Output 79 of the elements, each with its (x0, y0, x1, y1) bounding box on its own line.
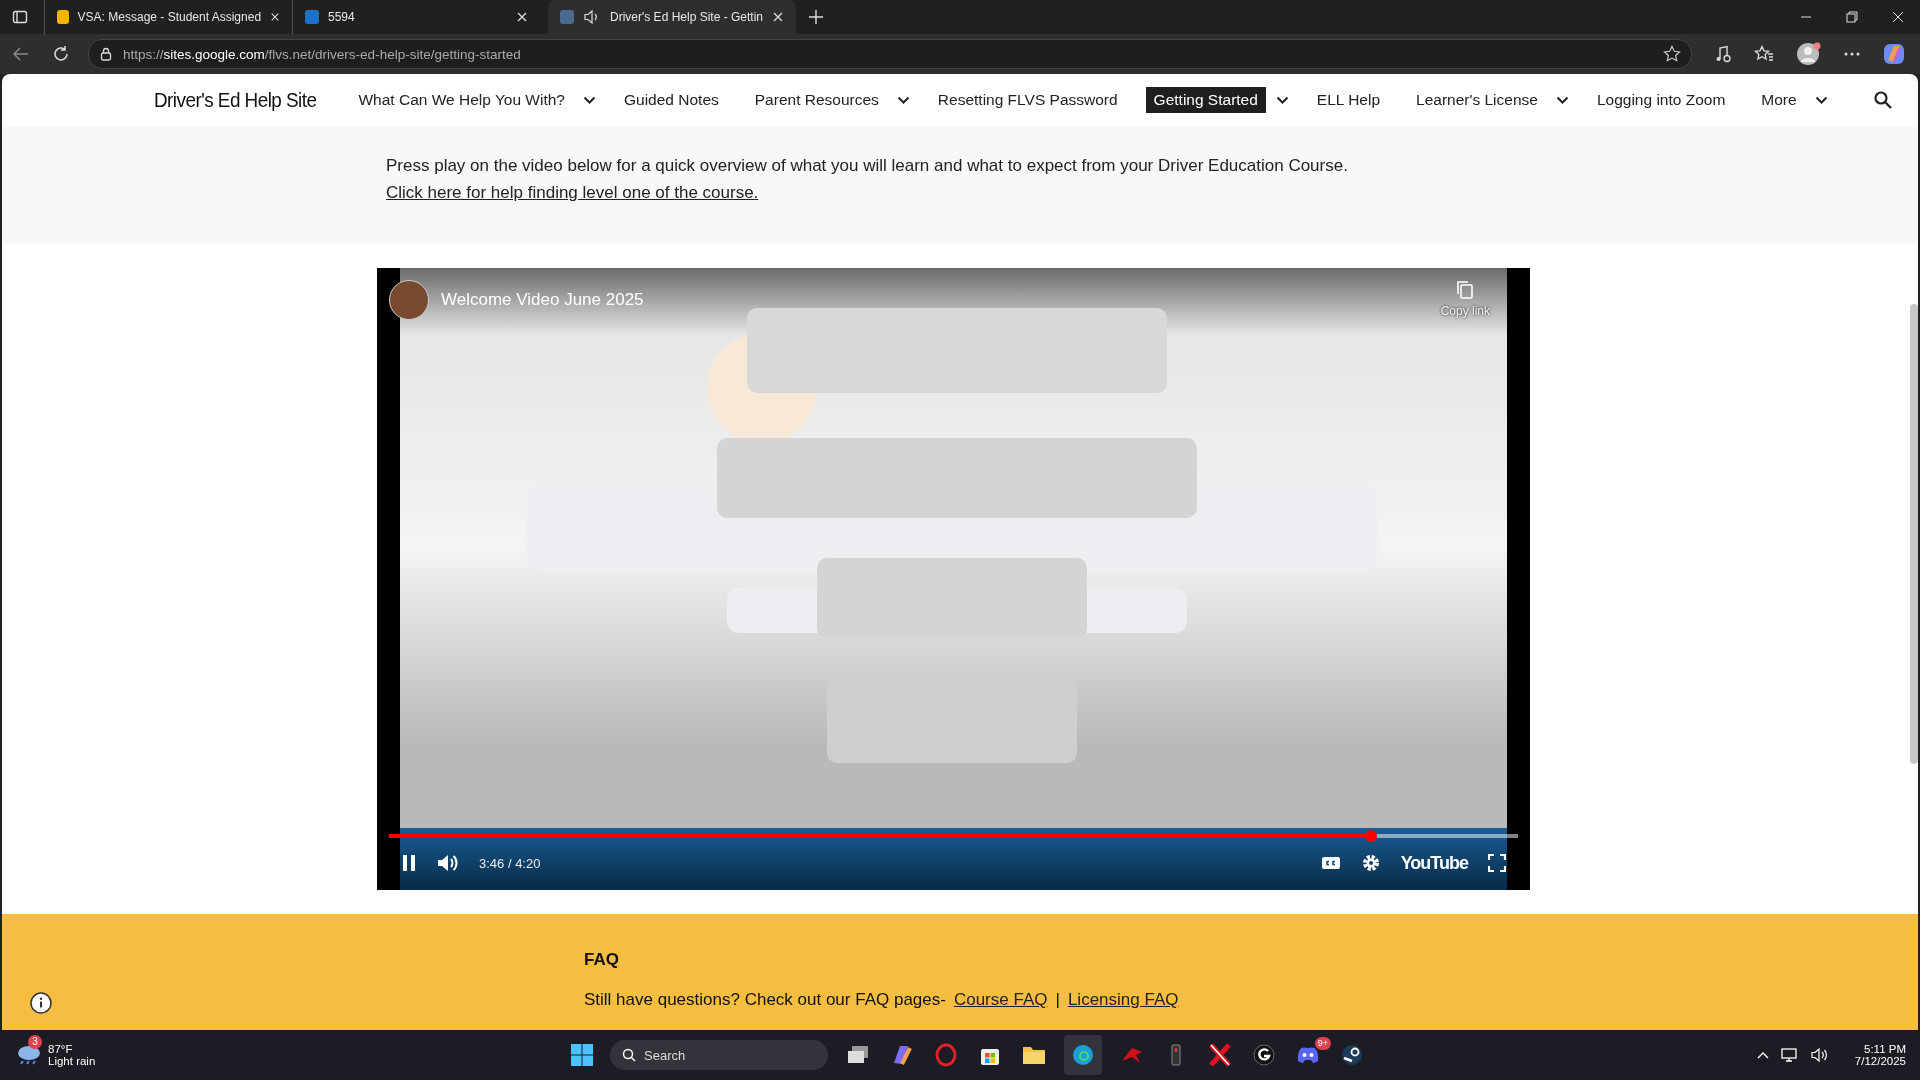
steam-icon[interactable] (1340, 1043, 1364, 1067)
nav-link[interactable]: Getting Started (1145, 87, 1266, 113)
claw-icon[interactable] (1120, 1045, 1144, 1065)
pause-icon[interactable] (401, 854, 417, 872)
network-icon[interactable] (1780, 1047, 1799, 1063)
course-faq-link[interactable]: Course FAQ (953, 990, 1048, 1010)
address-bar[interactable]: https://sites.google.com/flvs.net/drivers-ed-help-site/getting-started (88, 39, 1692, 69)
close-icon[interactable] (772, 11, 784, 23)
settings-icon[interactable] (1360, 853, 1381, 873)
temperature-text: 87°F (48, 1043, 74, 1055)
volume-icon[interactable] (1810, 1047, 1829, 1063)
lock-icon (99, 47, 113, 61)
copy-icon[interactable] (1456, 280, 1475, 300)
windows-start-icon[interactable] (570, 1043, 594, 1067)
url-text: https://sites.google.com/flvs.net/drivers-ed-help-site/getting-started (123, 46, 522, 62)
youtube-logo[interactable]: YouTube (1400, 852, 1468, 874)
nav-link[interactable]: Learner's License (1408, 87, 1546, 113)
site-title[interactable]: Driver's Ed Help Site (154, 88, 317, 112)
browser-tab[interactable]: Driver's Ed Help Site - Gettin (548, 0, 796, 34)
licensing-faq-link[interactable]: Licensing FAQ (1067, 990, 1179, 1010)
restore-icon[interactable] (1846, 11, 1858, 23)
tower-icon[interactable] (1169, 1043, 1183, 1067)
info-icon[interactable] (30, 992, 52, 1014)
faq-text: Still have questions? Check out our FAQ pages- (584, 990, 946, 1010)
weather-condition: Light rain (48, 1055, 96, 1067)
chevron-up-icon[interactable] (1756, 1051, 1769, 1059)
fullscreen-icon[interactable] (1488, 854, 1506, 872)
ring-icon[interactable] (934, 1043, 958, 1067)
nav-link[interactable]: Logging into Zoom (1588, 87, 1734, 113)
g-logo-icon[interactable] (1252, 1043, 1276, 1067)
favicon-icon (560, 10, 574, 24)
copilot-icon[interactable] (1882, 42, 1906, 66)
clock-time[interactable]: 5:11 PM (1864, 1043, 1906, 1055)
chevron-down-icon[interactable] (583, 96, 596, 104)
nav-link[interactable]: Guided Notes (616, 87, 727, 113)
tab-title: 5594 (328, 10, 356, 24)
notification-badge: 3 (28, 1035, 42, 1049)
search-icon[interactable] (1874, 91, 1892, 109)
tab-title: Driver's Ed Help Site - Gettin (610, 10, 763, 24)
intro-paragraph: Press play on the video below for a quick overview of what you will learn and what to expect from your Driver Education Course. Click here for help finding level one of the course. (386, 155, 1349, 204)
x-logo-icon[interactable] (1209, 1043, 1231, 1067)
volume-icon[interactable] (437, 853, 459, 873)
game-controller-icon[interactable] (1295, 1045, 1321, 1065)
help-link[interactable]: Click here for help finding level one of the course. (386, 183, 759, 202)
close-icon[interactable] (516, 11, 528, 23)
new-tab-icon[interactable] (808, 9, 824, 25)
notification-badge: 9+ (1314, 1037, 1331, 1050)
chevron-down-icon[interactable] (1555, 96, 1569, 104)
search-icon (622, 1048, 636, 1062)
chevron-down-icon[interactable] (1275, 96, 1289, 104)
favicon-icon (57, 10, 69, 24)
close-icon[interactable] (270, 11, 280, 23)
favorite-star-icon[interactable] (1663, 45, 1681, 63)
window-icon[interactable] (846, 1044, 870, 1066)
music-note-icon[interactable] (1714, 45, 1732, 63)
tab-title: VSA: Message - Student Assigned (77, 10, 262, 24)
tab-actions-icon[interactable] (12, 9, 28, 25)
separator-text: | (1055, 990, 1060, 1010)
reload-icon[interactable] (52, 45, 70, 63)
close-icon[interactable] (1892, 11, 1904, 23)
nav-link[interactable]: Resetting FLVS Password (929, 87, 1126, 113)
chevron-down-icon[interactable] (1814, 96, 1828, 104)
favicon-icon (305, 10, 319, 24)
nav-link[interactable]: Parent Resources (746, 87, 887, 113)
nav-link[interactable]: More (1753, 87, 1805, 113)
clock-date[interactable]: 7/12/2025 (1854, 1055, 1906, 1067)
faq-heading: FAQ (584, 950, 620, 970)
nav-link[interactable]: ELL Help (1308, 87, 1389, 113)
video-time: 3:46 / 4:20 (479, 855, 541, 871)
browser-icon[interactable] (1071, 1043, 1095, 1067)
chevron-down-icon[interactable] (896, 96, 910, 104)
nav-link[interactable]: What Can We Help You With? (350, 87, 573, 113)
folder-icon[interactable] (1022, 1044, 1046, 1066)
back-icon[interactable] (12, 45, 30, 63)
profile-avatar-icon[interactable] (1796, 41, 1822, 67)
favorites-icon[interactable] (1754, 45, 1774, 63)
more-icon[interactable] (1844, 52, 1860, 56)
search-field[interactable]: Search (610, 1040, 828, 1070)
scrollbar[interactable] (1910, 304, 1918, 764)
